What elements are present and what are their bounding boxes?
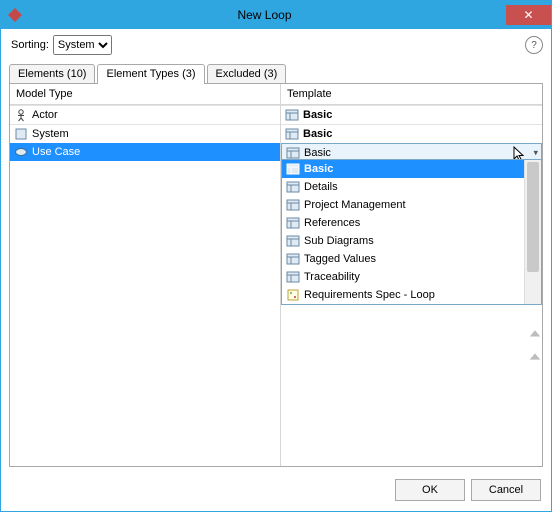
ok-button[interactable]: OK xyxy=(395,479,465,501)
dropdown-label: Traceability xyxy=(304,271,360,283)
chevron-down-icon: ▾ xyxy=(533,148,538,159)
sorting-label: Sorting: xyxy=(11,39,49,51)
template-label: Basic xyxy=(303,128,332,140)
window-title: New Loop xyxy=(23,8,506,22)
main-panel: Model Type Actor System Use Case xyxy=(9,83,543,467)
reorder-arrows: ▲ ▼ xyxy=(526,324,543,366)
template-icon xyxy=(286,146,300,160)
app-icon xyxy=(7,7,23,23)
tabs: Elements (10) Element Types (3) Excluded… xyxy=(1,61,551,83)
tab-elements[interactable]: Elements (10) xyxy=(9,64,95,84)
model-label: Actor xyxy=(32,109,58,121)
table-row[interactable]: System xyxy=(10,124,280,143)
column-header-template: Template xyxy=(281,84,542,105)
help-icon[interactable]: ? xyxy=(525,36,543,54)
template-dropdown: Basic Details Project Management Referen… xyxy=(281,159,542,305)
template-icon xyxy=(286,162,300,176)
sorting-select[interactable]: System xyxy=(53,35,112,55)
close-icon: ✕ xyxy=(523,9,533,21)
dropdown-label: Requirements Spec - Loop xyxy=(304,289,435,301)
dropdown-item[interactable]: Details xyxy=(282,178,524,196)
model-label: System xyxy=(32,128,69,140)
dropdown-item[interactable]: References xyxy=(282,214,524,232)
system-icon xyxy=(14,127,28,141)
dropdown-items: Basic Details Project Management Referen… xyxy=(282,160,524,304)
table-row[interactable]: Actor xyxy=(10,105,280,124)
dropdown-label: Project Management xyxy=(304,199,406,211)
spec-icon xyxy=(286,288,300,302)
dropdown-label: Details xyxy=(304,181,338,193)
dropdown-item[interactable]: Requirements Spec - Loop xyxy=(282,286,524,304)
column-template: Template Basic Basic Basic ▾ xyxy=(281,84,542,466)
dropdown-label: Sub Diagrams xyxy=(304,235,374,247)
tab-element-types[interactable]: Element Types (3) xyxy=(97,64,204,84)
template-cell[interactable]: Basic xyxy=(281,105,542,124)
cancel-button[interactable]: Cancel xyxy=(471,479,541,501)
template-icon xyxy=(285,108,299,122)
dialog-new-loop: New Loop ✕ Sorting: System ? Elements (1… xyxy=(0,0,552,512)
template-label: Basic xyxy=(303,109,332,121)
dropdown-label: References xyxy=(304,217,360,229)
tab-excluded[interactable]: Excluded (3) xyxy=(207,64,287,84)
close-button[interactable]: ✕ xyxy=(506,5,551,25)
usecase-icon xyxy=(14,145,28,159)
column-model: Model Type Actor System Use Case xyxy=(10,84,281,466)
dropdown-item[interactable]: Project Management xyxy=(282,196,524,214)
template-label: Basic xyxy=(304,147,331,159)
template-cell[interactable]: Basic xyxy=(281,124,542,143)
column-header-model: Model Type xyxy=(10,84,280,105)
dropdown-item[interactable]: Tagged Values xyxy=(282,250,524,268)
template-icon xyxy=(286,234,300,248)
dropdown-scrollbar[interactable] xyxy=(524,160,541,304)
titlebar: New Loop ✕ xyxy=(1,1,551,29)
dropdown-label: Basic xyxy=(304,163,333,175)
actor-icon xyxy=(14,108,28,122)
template-icon xyxy=(285,127,299,141)
dropdown-label: Tagged Values xyxy=(304,253,376,265)
dropdown-item[interactable]: Sub Diagrams xyxy=(282,232,524,250)
scrollbar-thumb[interactable] xyxy=(527,162,539,272)
sorting-row: Sorting: System ? xyxy=(1,29,551,59)
model-label: Use Case xyxy=(32,146,80,158)
template-icon xyxy=(286,252,300,266)
move-down-button[interactable]: ▼ xyxy=(526,352,543,363)
dropdown-item[interactable]: Basic xyxy=(282,160,524,178)
template-icon xyxy=(286,198,300,212)
dropdown-item[interactable]: Traceability xyxy=(282,268,524,286)
template-icon xyxy=(286,216,300,230)
dialog-buttons: OK Cancel xyxy=(1,473,551,511)
move-up-button[interactable]: ▲ xyxy=(526,328,543,339)
table-row[interactable]: Use Case xyxy=(10,143,280,161)
template-icon xyxy=(286,180,300,194)
template-icon xyxy=(286,270,300,284)
